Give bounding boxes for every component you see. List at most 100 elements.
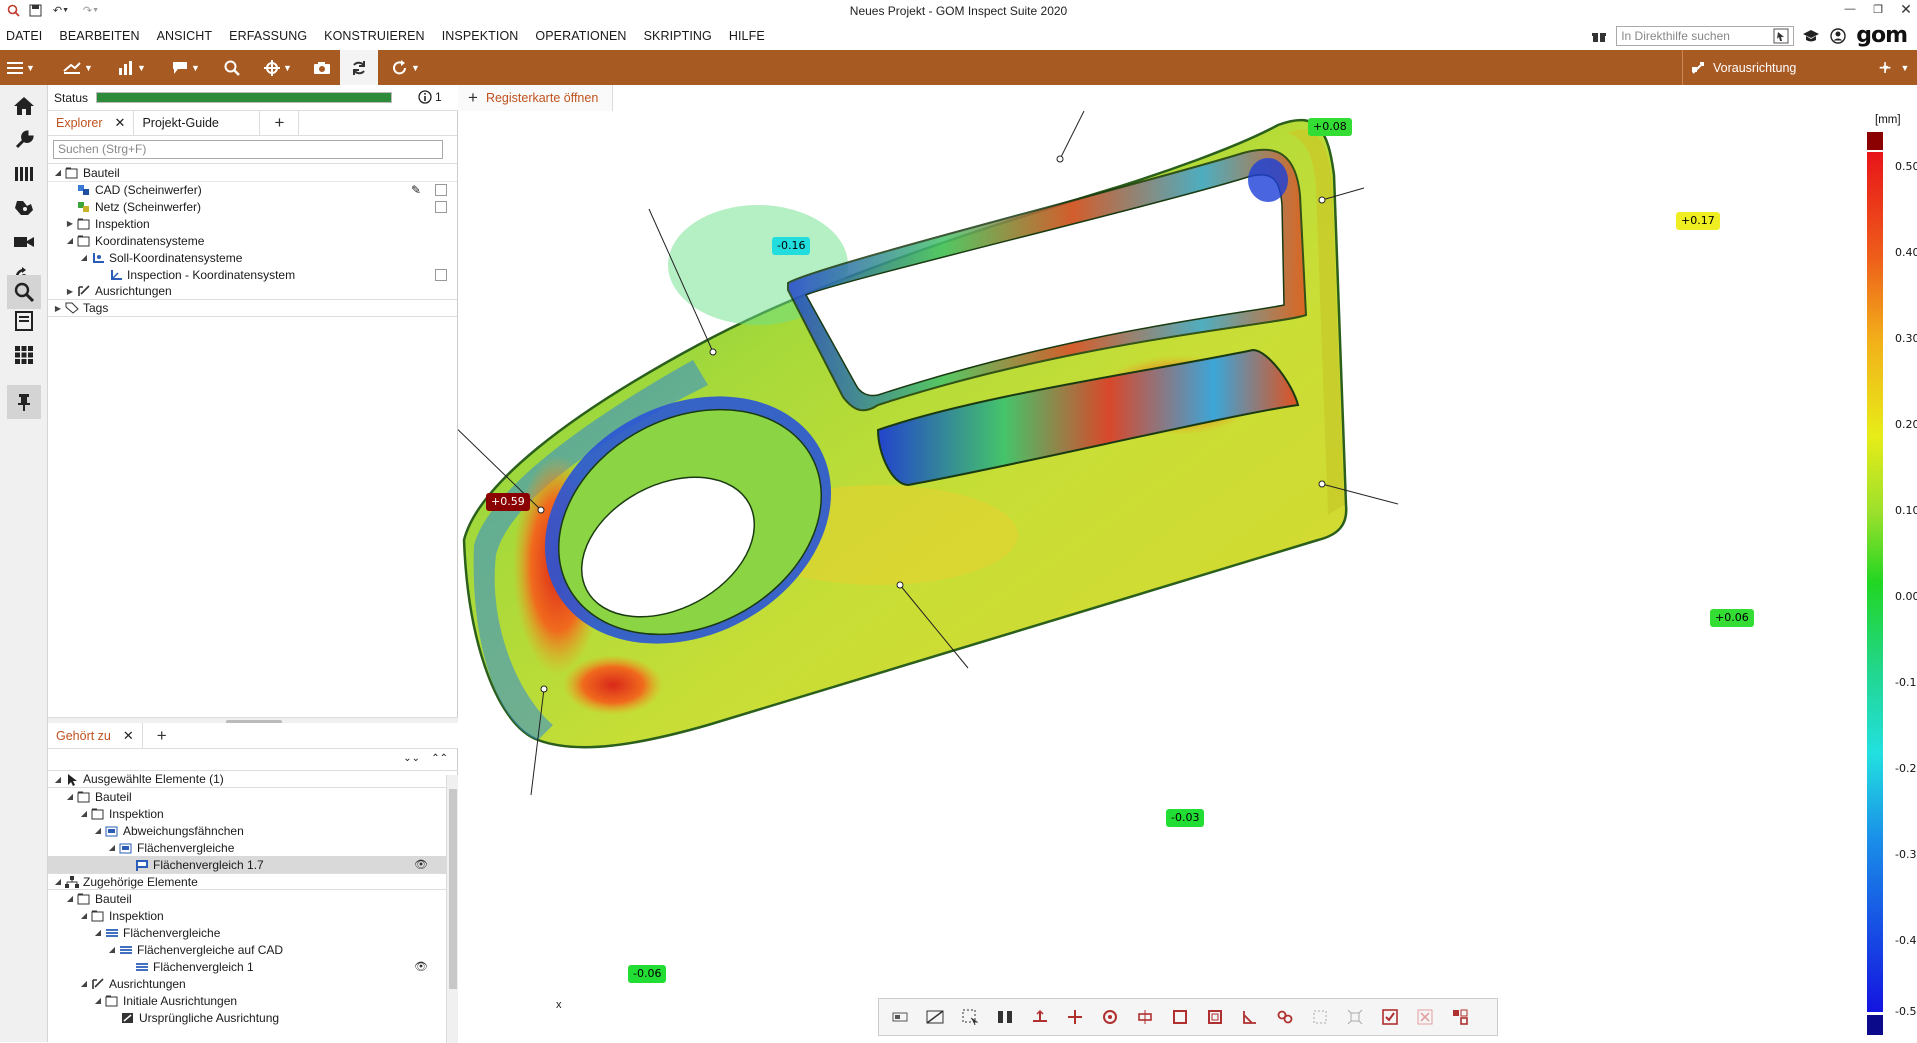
- zoom-search-button[interactable]: [214, 50, 250, 85]
- minimize-icon[interactable]: —: [1843, 2, 1857, 16]
- edit-pencil-icon[interactable]: ✎: [411, 183, 421, 197]
- menu-inspektion[interactable]: INSPEKTION: [442, 29, 519, 43]
- tree-item-surface-comparison-1[interactable]: Flächenvergleich 1 👁: [48, 958, 446, 975]
- tree-item-surface-comparisons-cad[interactable]: ◢ Flächenvergleiche auf CAD: [48, 941, 446, 958]
- wrench-icon[interactable]: [7, 123, 41, 157]
- expanded-arrow-icon[interactable]: ◢: [52, 168, 64, 177]
- expanded-arrow-icon[interactable]: ◢: [78, 809, 90, 818]
- collapsed-arrow-icon[interactable]: ▶: [64, 287, 76, 296]
- expanded-arrow-icon[interactable]: ◢: [64, 236, 76, 245]
- report-icon[interactable]: [7, 304, 41, 338]
- menu-datei[interactable]: DATEI: [6, 29, 42, 43]
- collapsed-arrow-icon[interactable]: ▶: [52, 304, 64, 313]
- frame-icon[interactable]: [1202, 1004, 1228, 1030]
- tree-item-bauteil[interactable]: ◢ Bauteil: [48, 164, 457, 181]
- tree-item-bauteil[interactable]: ◢ Bauteil: [48, 788, 446, 805]
- expanded-arrow-icon[interactable]: ◢: [92, 928, 104, 937]
- tree-item-surface-comparison-1-7[interactable]: Flächenvergleich 1.7 👁: [48, 856, 446, 873]
- academy-icon[interactable]: [1802, 29, 1820, 43]
- point-icon[interactable]: [1097, 1004, 1123, 1030]
- expanded-arrow-icon[interactable]: ◢: [92, 826, 104, 835]
- tree-item-selected-elements[interactable]: ◢ Ausgewählte Elemente (1): [48, 771, 446, 788]
- help-pointer-icon[interactable]: [1770, 28, 1792, 44]
- tree-item-initial-alignments[interactable]: ◢ Initiale Ausrichtungen: [48, 992, 446, 1009]
- add-tab-button[interactable]: +: [260, 110, 300, 136]
- close-icon[interactable]: ✕: [115, 115, 126, 131]
- square-icon[interactable]: [1167, 1004, 1193, 1030]
- plane-icon[interactable]: [1027, 1004, 1053, 1030]
- add-tab-button[interactable]: +: [143, 723, 181, 748]
- pointer-tool-button[interactable]: ▼: [256, 50, 300, 85]
- expanded-arrow-icon[interactable]: ◢: [106, 843, 118, 852]
- home-icon[interactable]: [7, 89, 41, 123]
- tree-item-koordinatensysteme[interactable]: ◢ Koordinatensysteme: [48, 232, 457, 249]
- deviation-flag[interactable]: -0.06: [628, 965, 667, 983]
- expanded-arrow-icon[interactable]: ◢: [78, 253, 90, 262]
- tree-item-ausrichtungen[interactable]: ▶ Ausrichtungen: [48, 283, 457, 300]
- menu-konstruieren[interactable]: KONSTRUIEREN: [324, 29, 425, 43]
- close-icon[interactable]: ✕: [123, 728, 134, 744]
- tree-item-soll-koordinatensysteme[interactable]: ◢ Soll-Koordinatensysteme: [48, 249, 457, 266]
- expanded-arrow-icon[interactable]: ◢: [106, 945, 118, 954]
- pin-icon[interactable]: [7, 385, 41, 419]
- eye-icon[interactable]: 👁: [414, 960, 428, 973]
- tree-item-inspektion[interactable]: ◢ Inspektion: [48, 907, 446, 924]
- tree-item-deviation-labels[interactable]: ◢ Abweichungsfähnchen: [48, 822, 446, 839]
- angle-icon[interactable]: [1237, 1004, 1263, 1030]
- scrollbar-thumb[interactable]: [449, 789, 457, 989]
- tree-item-cad[interactable]: CAD (Scheinwerfer) ✎: [48, 181, 457, 198]
- hide-icon[interactable]: [922, 1004, 948, 1030]
- chart-tool-button[interactable]: ▼: [110, 50, 154, 85]
- inspection-icon[interactable]: [7, 191, 41, 225]
- open-tab-plus-icon[interactable]: +: [468, 88, 478, 108]
- vertical-scrollbar[interactable]: [446, 775, 458, 1043]
- expanded-arrow-icon[interactable]: ◢: [64, 894, 76, 903]
- check-icon[interactable]: [1377, 1004, 1403, 1030]
- deviation-flag[interactable]: -0.16: [772, 237, 811, 255]
- prealignment-dropdown[interactable]: Vorausrichtung ▼: [1682, 50, 1902, 85]
- tree-item-related-elements[interactable]: ◢ Zugehörige Elemente: [48, 873, 446, 890]
- deviation-flag[interactable]: +0.06: [1710, 609, 1754, 627]
- add-view-button[interactable]: +: [1872, 50, 1898, 85]
- split-view-icon[interactable]: [992, 1004, 1018, 1030]
- tab-explorer[interactable]: Explorer ✕: [48, 110, 135, 136]
- tree-item-inspection-cs[interactable]: Inspection - Koordinatensystem: [48, 266, 457, 283]
- gift-icon[interactable]: [1592, 29, 1607, 43]
- camera-icon[interactable]: [304, 50, 340, 85]
- menu-skripting[interactable]: SKRIPTING: [644, 29, 712, 43]
- expanded-arrow-icon[interactable]: ◢: [52, 775, 64, 784]
- group-icon[interactable]: [1447, 1004, 1473, 1030]
- tree-item-surface-comparisons[interactable]: ◢ Flächenvergleiche: [48, 839, 446, 856]
- expand-all-icon[interactable]: ⌄⌄: [403, 753, 420, 764]
- deviation-flag[interactable]: -0.03: [1166, 809, 1205, 827]
- tab-project-guide[interactable]: Projekt-Guide: [134, 110, 261, 136]
- deviation-flag[interactable]: +0.59: [486, 493, 530, 511]
- expanded-arrow-icon[interactable]: ◢: [92, 996, 104, 1005]
- menu-operationen[interactable]: OPERATIONEN: [535, 29, 626, 43]
- deviation-flag[interactable]: +0.17: [1676, 212, 1720, 230]
- grid-apps-icon[interactable]: [7, 338, 41, 372]
- tree-item-ausrichtungen[interactable]: ◢ Ausrichtungen: [48, 975, 446, 992]
- open-tab-label[interactable]: Registerkarte öffnen: [486, 91, 598, 105]
- visibility-checkbox[interactable]: [435, 268, 447, 281]
- visibility-checkbox[interactable]: [435, 200, 447, 213]
- deviation-flag[interactable]: +0.08: [1308, 118, 1352, 136]
- menu-erfassung[interactable]: ERFASSUNG: [229, 29, 307, 43]
- tree-item-mesh[interactable]: Netz (Scheinwerfer): [48, 198, 457, 215]
- expanded-arrow-icon[interactable]: ◢: [78, 979, 90, 988]
- section-icon[interactable]: [1062, 1004, 1088, 1030]
- expanded-arrow-icon[interactable]: ◢: [52, 877, 64, 886]
- tree-item-original-alignment[interactable]: Ursprüngliche Ausrichtung: [48, 1009, 446, 1026]
- tree-item-tags[interactable]: ▶ Tags: [48, 300, 457, 317]
- eye-icon[interactable]: 👁: [414, 858, 428, 871]
- menu-bearbeiten[interactable]: BEARBEITEN: [59, 29, 139, 43]
- visibility-checkbox[interactable]: [435, 184, 447, 196]
- collapsed-arrow-icon[interactable]: ▶: [64, 219, 76, 228]
- refresh-active-button[interactable]: [340, 50, 378, 85]
- select-area-icon[interactable]: [957, 1004, 983, 1030]
- tree-item-inspektion[interactable]: ▶ Inspektion: [48, 215, 457, 232]
- expanded-arrow-icon[interactable]: ◢: [64, 792, 76, 801]
- explorer-search-input[interactable]: Suchen (Strg+F): [53, 140, 443, 159]
- video-camera-icon[interactable]: [7, 225, 41, 259]
- user-icon[interactable]: [1830, 28, 1846, 44]
